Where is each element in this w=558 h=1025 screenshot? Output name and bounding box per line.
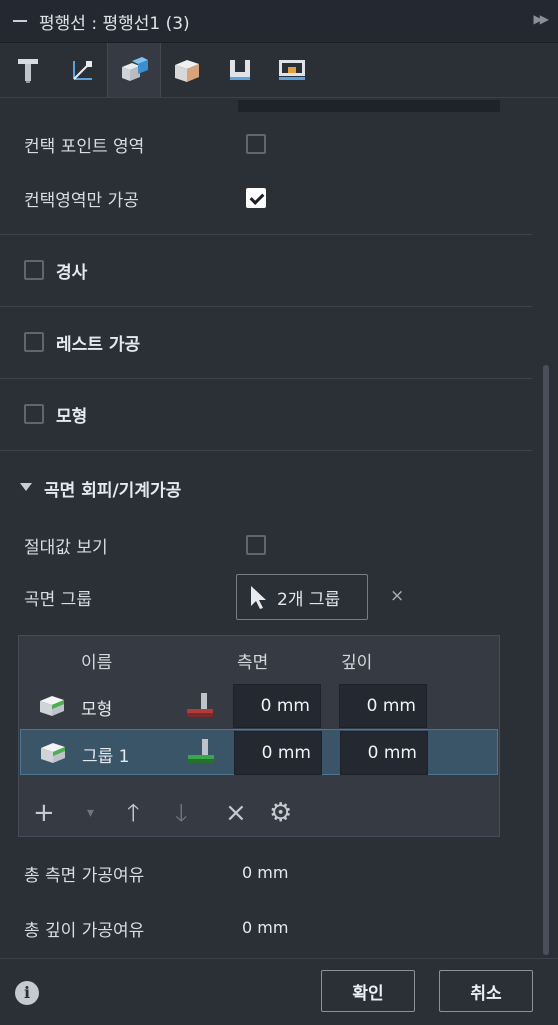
slope-section-checkbox[interactable] <box>24 260 44 280</box>
surface-group-count: 2개 그룹 <box>277 589 341 610</box>
add-icon[interactable]: + <box>33 798 55 828</box>
divider <box>0 306 532 307</box>
depth-allowance-input[interactable]: 0 mm <box>339 684 427 728</box>
model-cube-icon <box>40 696 64 716</box>
tab-strip <box>0 43 558 98</box>
dialog-footer: i 확인 취소 <box>0 958 558 1025</box>
table-row[interactable]: 모형 0 mm 0 mm <box>19 683 499 729</box>
table-row[interactable]: 그룹 1 0 mm 0 mm <box>20 729 498 775</box>
divider <box>0 234 532 235</box>
contact-only-region-checkbox[interactable] <box>246 188 266 208</box>
passes-icon <box>279 60 305 80</box>
cursor-arrow-icon <box>251 586 266 609</box>
axis-icon <box>73 61 92 80</box>
tab-stock[interactable] <box>161 43 213 97</box>
column-header-depth: 깊이 <box>341 653 373 673</box>
column-header-side: 측면 <box>237 653 269 673</box>
boundary-box-icon <box>122 57 148 81</box>
panel-titlebar: 평행선 : 평행선1 (3) ▶▶ <box>0 0 558 43</box>
table-toolbar: + ▾ 🡑 🡓 × ⚙ <box>19 794 499 834</box>
rest-machining-title: 레스트 가공 <box>56 335 141 355</box>
row-name: 그룹 1 <box>82 747 130 767</box>
rest-machining-checkbox[interactable] <box>24 332 44 352</box>
panel-title: 평행선 : 평행선1 (3) <box>39 13 190 34</box>
total-side-allowance-value: 0 mm <box>242 863 289 882</box>
contact-point-region-checkbox[interactable] <box>246 134 266 154</box>
expand-triangle-icon[interactable] <box>20 483 32 491</box>
tab-axis[interactable] <box>55 43 107 97</box>
info-icon[interactable]: i <box>15 981 39 1005</box>
move-up-icon[interactable]: 🡑 <box>127 798 139 828</box>
stock-red-icon <box>187 693 213 717</box>
tab-tool[interactable] <box>2 43 54 97</box>
contact-point-region-label: 컨택 포인트 영역 <box>24 137 145 157</box>
ok-button[interactable]: 확인 <box>321 970 415 1012</box>
tab-heights[interactable] <box>214 43 266 97</box>
remove-icon[interactable]: × <box>225 798 247 828</box>
settings-gear-icon[interactable]: ⚙ <box>269 798 292 828</box>
surface-group-table: 이름 측면 깊이 모형 0 mm 0 mm 그룹 1 0 mm 0 mm + ▾… <box>18 635 500 837</box>
stock-box-icon <box>175 60 199 82</box>
absolute-values-label: 절대값 보기 <box>24 538 108 558</box>
side-allowance-input[interactable]: 0 mm <box>234 731 322 775</box>
total-side-allowance-label: 총 측면 가공여유 <box>24 866 145 886</box>
move-down-icon[interactable]: 🡓 <box>175 798 187 828</box>
model-section-checkbox[interactable] <box>24 404 44 424</box>
stock-green-icon <box>188 739 214 763</box>
divider <box>0 378 532 379</box>
dropdown-arrow-icon[interactable]: ▾ <box>87 798 94 828</box>
surface-group-label: 곡면 그룹 <box>24 590 92 610</box>
heights-icon <box>230 60 250 80</box>
model-cube-icon <box>41 743 65 763</box>
scrollbar-thumb[interactable] <box>543 365 549 955</box>
double-chevron-right-icon[interactable]: ▶▶ <box>534 12 550 26</box>
depth-allowance-input[interactable]: 0 mm <box>340 731 428 775</box>
tab-boundary[interactable] <box>107 43 161 97</box>
column-header-name: 이름 <box>81 653 113 673</box>
tool-icon <box>18 59 38 83</box>
row-name: 모형 <box>81 700 113 720</box>
slope-section-title: 경사 <box>56 263 88 283</box>
model-section-title: 모형 <box>56 407 88 427</box>
tab-passes[interactable] <box>266 43 318 97</box>
total-depth-allowance-label: 총 깊이 가공여유 <box>24 921 145 941</box>
field-stub <box>238 100 500 112</box>
absolute-values-checkbox[interactable] <box>246 535 266 555</box>
side-allowance-input[interactable]: 0 mm <box>233 684 321 728</box>
surface-avoid-section-title[interactable]: 곡면 회피/기계가공 <box>44 476 181 501</box>
contact-only-region-label: 컨택영역만 가공 <box>24 191 139 211</box>
settings-content: 컨택 포인트 영역 컨택영역만 가공 경사 레스트 가공 모형 곡면 회피/기계… <box>0 98 540 956</box>
cancel-button[interactable]: 취소 <box>439 970 533 1012</box>
total-depth-allowance-value: 0 mm <box>242 918 289 937</box>
divider <box>0 450 532 451</box>
surface-group-select-button[interactable]: 2개 그룹 <box>236 574 368 620</box>
clear-selection-button[interactable]: × <box>390 586 404 606</box>
collapse-icon[interactable] <box>13 20 27 22</box>
